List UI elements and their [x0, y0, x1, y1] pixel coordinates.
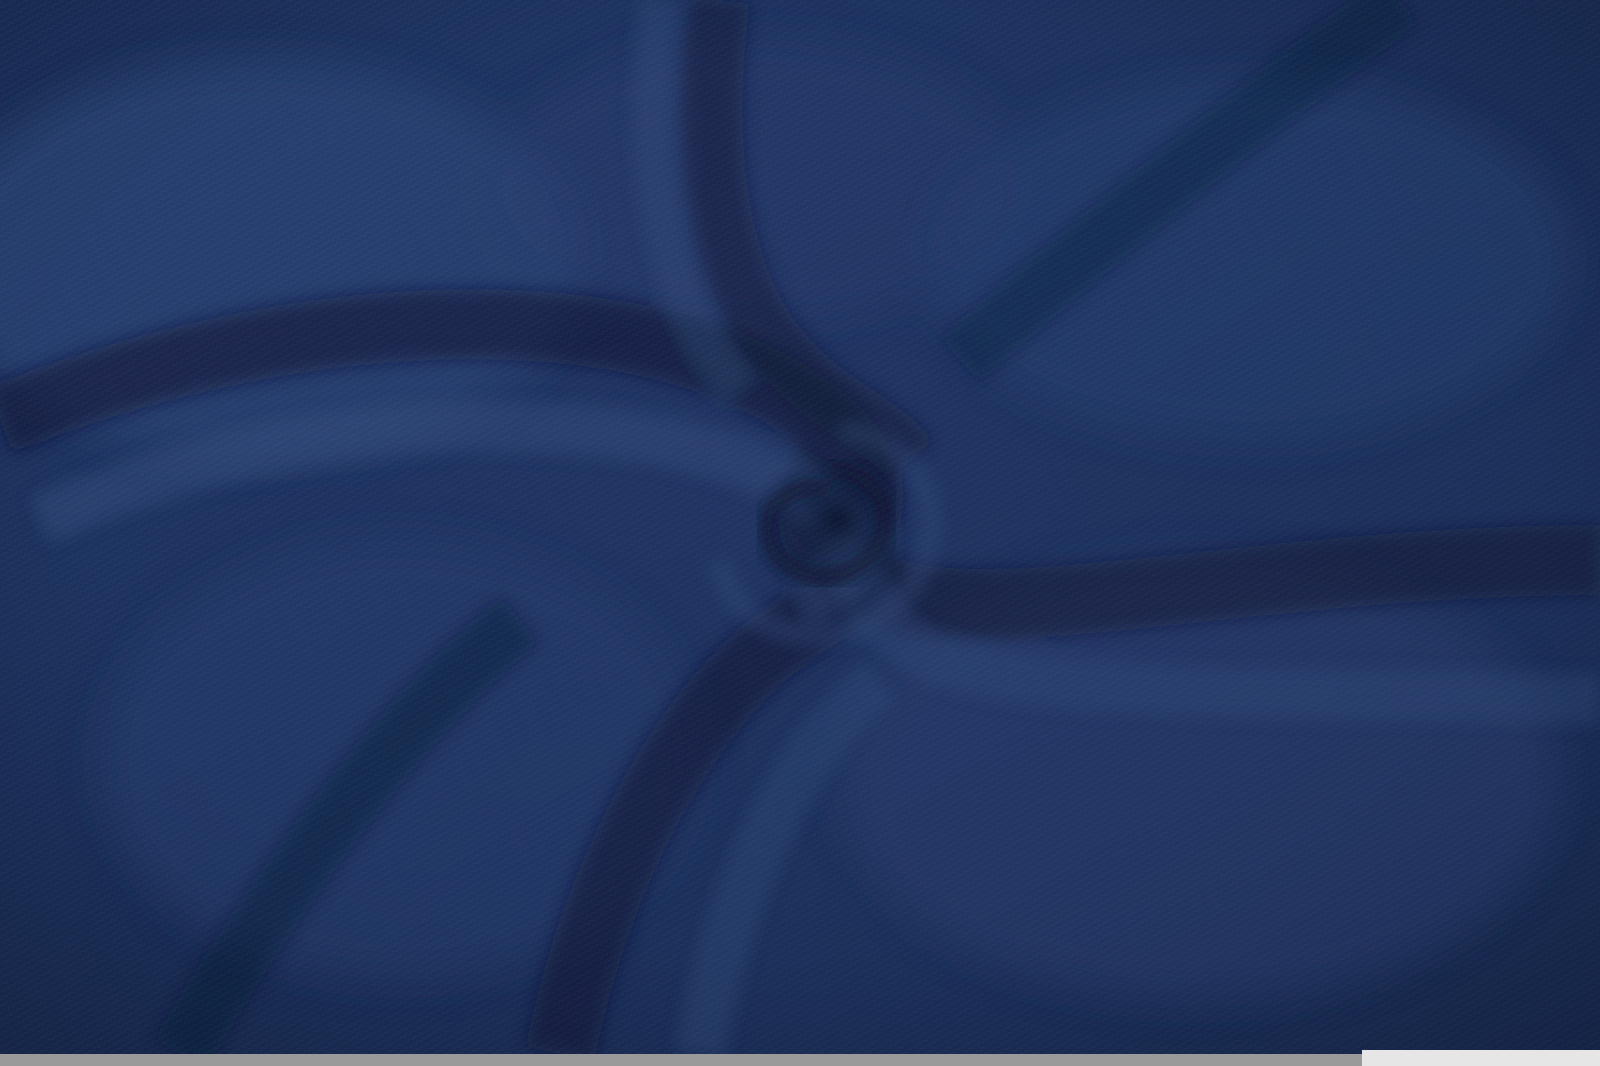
bottom-edge-strip	[0, 1054, 1600, 1066]
photo-scene	[0, 0, 1600, 1066]
bottom-edge-strip-light	[1362, 1050, 1600, 1066]
fabric-swirl-illustration	[0, 0, 1600, 1054]
fabric-photo	[0, 0, 1600, 1054]
